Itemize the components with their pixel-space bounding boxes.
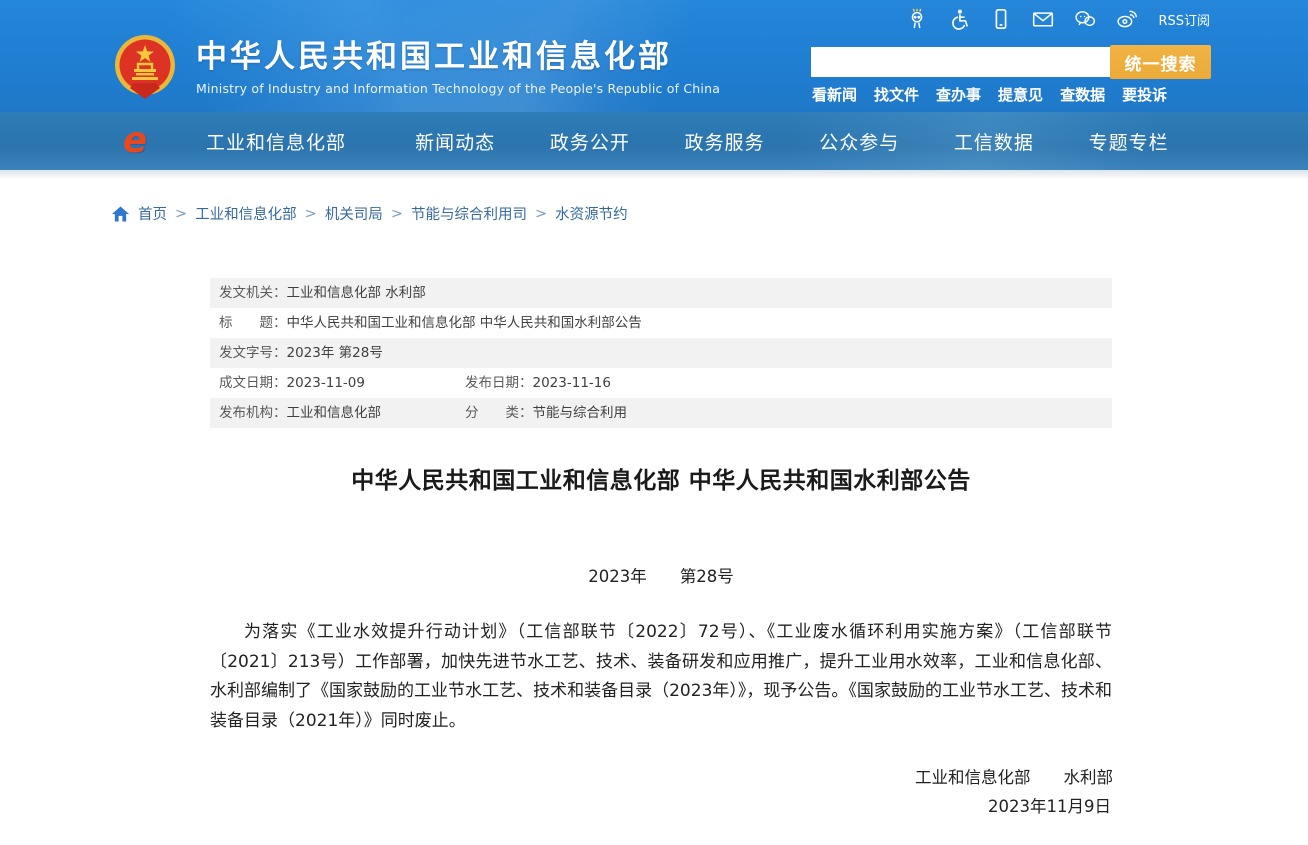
quick-link-news[interactable]: 看新闻 [812, 84, 857, 105]
meta-label-title: 标 题： [219, 308, 287, 338]
wechat-icon[interactable] [1074, 8, 1096, 30]
breadcrumb-energy-dept[interactable]: 节能与综合利用司 [411, 203, 527, 224]
meta-label-category: 分 类： [465, 398, 533, 428]
meta-value-title: 中华人民共和国工业和信息化部 中华人民共和国水利部公告 [287, 308, 642, 338]
rss-subscribe-link[interactable]: RSS订阅 [1158, 10, 1210, 29]
nav-item-news[interactable]: 新闻动态 [388, 128, 523, 155]
meta-value-written-date: 2023-11-09 [287, 368, 365, 398]
search-bar: 统一搜索 [811, 47, 1211, 79]
table-row: 发布机构： 工业和信息化部 分 类： 节能与综合利用 [210, 398, 1112, 428]
article-signature: 工业和信息化部 水利部 [210, 764, 1113, 788]
page: RSS订阅 中华人民共和国工业和信息化部 Ministry of Industr… [0, 0, 1308, 845]
home-icon[interactable] [112, 206, 130, 222]
nav-item-gov-info[interactable]: 政务公开 [523, 128, 658, 155]
miit-e-logo-icon: e [112, 121, 158, 161]
quick-link-data[interactable]: 查数据 [1060, 84, 1105, 105]
quick-link-complaint[interactable]: 要投诉 [1122, 84, 1167, 105]
site-subtitle: Ministry of Industry and Information Tec… [196, 81, 720, 96]
search-button[interactable]: 统一搜索 [1110, 45, 1211, 79]
nav-item-data[interactable]: 工信数据 [927, 128, 1062, 155]
site-logo[interactable]: 中华人民共和国工业和信息化部 Ministry of Industry and … [112, 33, 720, 101]
table-row: 成文日期： 2023-11-09 发布日期： 2023-11-16 [210, 368, 1112, 398]
meta-value-issuing-agency: 工业和信息化部 水利部 [287, 278, 426, 308]
meta-value-doc-number: 2023年 第28号 [287, 338, 383, 368]
meta-label-doc-number: 发文字号： [219, 338, 287, 368]
weibo-icon[interactable] [1116, 8, 1138, 30]
main-nav: e 工业和信息化部 新闻动态 政务公开 政务服务 公众参与 工信数据 专题专栏 [0, 112, 1308, 170]
meta-label-written-date: 成文日期： [219, 368, 287, 398]
meta-value-category: 节能与综合利用 [533, 398, 628, 428]
meta-value-publish-date: 2023-11-16 [533, 368, 611, 398]
article-date: 2023年11月9日 [210, 793, 1111, 817]
table-row: 发文机关： 工业和信息化部 水利部 [210, 278, 1112, 308]
breadcrumb-water-conservation[interactable]: 水资源节约 [555, 203, 628, 224]
search-input[interactable] [811, 47, 1111, 77]
breadcrumb-miit[interactable]: 工业和信息化部 [195, 203, 297, 224]
site-header: RSS订阅 中华人民共和国工业和信息化部 Ministry of Industr… [0, 0, 1308, 112]
breadcrumb: 首页 > 工业和信息化部 > 机关司局 > 节能与综合利用司 > 水资源节约 [112, 203, 628, 224]
mail-icon[interactable] [1032, 8, 1054, 30]
breadcrumb-departments[interactable]: 机关司局 [325, 203, 383, 224]
article-doc-number: 2023年 第28号 [210, 563, 1112, 587]
breadcrumb-separator: > [305, 206, 317, 222]
mascot-icon[interactable] [906, 8, 928, 30]
nav-item-public-participation[interactable]: 公众参与 [792, 128, 927, 155]
nav-bottom-strip [0, 170, 1308, 179]
topbar: RSS订阅 [906, 6, 1210, 32]
meta-label-issuing-agency: 发文机关： [219, 278, 287, 308]
article-title: 中华人民共和国工业和信息化部 中华人民共和国水利部公告 [210, 461, 1112, 495]
breadcrumb-separator: > [535, 206, 547, 222]
nav-item-miit[interactable]: 工业和信息化部 [176, 128, 388, 155]
article-paragraph: 为落实《工业水效提升行动计划》（工信部联节〔2022〕72号）、《工业废水循环利… [210, 618, 1112, 736]
breadcrumb-home[interactable]: 首页 [138, 203, 167, 224]
site-title: 中华人民共和国工业和信息化部 [196, 39, 720, 75]
nav-item-gov-services[interactable]: 政务服务 [657, 128, 792, 155]
breadcrumb-separator: > [391, 206, 403, 222]
document-meta-table: 发文机关： 工业和信息化部 水利部 标 题： 中华人民共和国工业和信息化部 中华… [210, 278, 1112, 428]
table-row: 标 题： 中华人民共和国工业和信息化部 中华人民共和国水利部公告 [210, 308, 1112, 338]
national-emblem-icon [112, 33, 178, 101]
quick-links: 看新闻 找文件 查办事 提意见 查数据 要投诉 [812, 84, 1167, 105]
accessibility-icon[interactable] [948, 8, 970, 30]
mobile-icon[interactable] [990, 8, 1012, 30]
quick-link-services[interactable]: 查办事 [936, 84, 981, 105]
quick-link-files[interactable]: 找文件 [874, 84, 919, 105]
table-row: 发文字号： 2023年 第28号 [210, 338, 1112, 368]
meta-label-publisher: 发布机构： [219, 398, 287, 428]
meta-value-publisher: 工业和信息化部 [287, 398, 382, 428]
nav-item-special-topics[interactable]: 专题专栏 [1061, 128, 1196, 155]
breadcrumb-separator: > [175, 206, 187, 222]
quick-link-feedback[interactable]: 提意见 [998, 84, 1043, 105]
meta-label-publish-date: 发布日期： [465, 368, 533, 398]
